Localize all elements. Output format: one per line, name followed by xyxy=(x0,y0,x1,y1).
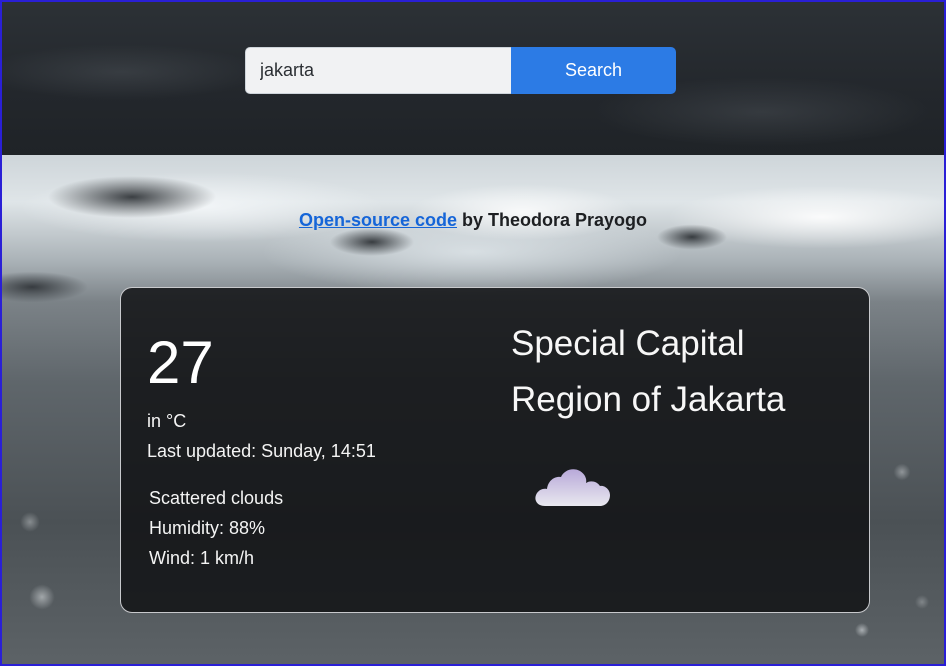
last-updated: Last updated: Sunday, 14:51 xyxy=(147,441,376,461)
weather-card: 27 in °C Last updated: Sunday, 14:51 Sca… xyxy=(120,287,870,613)
search-form: Search xyxy=(245,47,676,94)
cloud-icon xyxy=(533,464,613,510)
search-button[interactable]: Search xyxy=(511,47,676,94)
weather-description: Scattered clouds xyxy=(149,488,284,508)
temperature-value: 27 xyxy=(147,329,214,396)
humidity-value: Humidity: 88% xyxy=(149,518,266,538)
credit-line: Open-source code by Theodora Prayogo xyxy=(2,210,944,231)
search-input[interactable] xyxy=(245,47,511,94)
weather-details: Scattered clouds Humidity: 88% Wind: 1 k… xyxy=(149,483,283,573)
temperature-unit: in °C xyxy=(147,411,187,431)
credit-author: by Theodora Prayogo xyxy=(457,210,648,230)
app-window: Search Open-source code by Theodora Pray… xyxy=(0,0,946,666)
city-name: Special Capital Region of Jakarta xyxy=(511,324,786,419)
open-source-link[interactable]: Open-source code xyxy=(299,210,457,230)
wind-value: Wind: 1 km/h xyxy=(149,548,255,568)
